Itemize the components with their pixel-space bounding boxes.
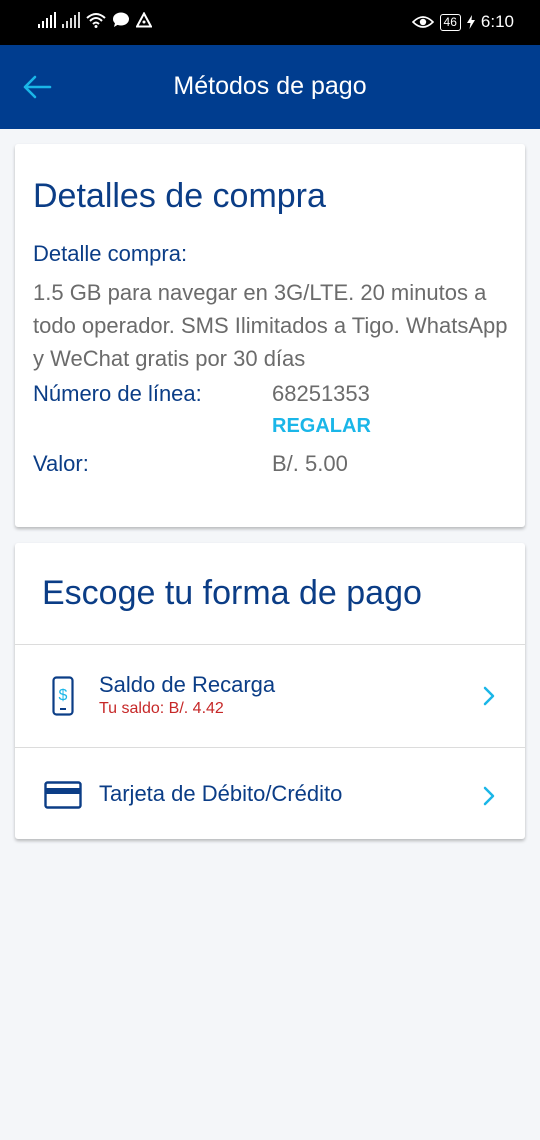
payment-option-balance[interactable]: $ Saldo de Recarga Tu saldo: B/. 4.42 xyxy=(15,645,525,747)
chevron-right-icon xyxy=(483,686,495,706)
status-bar: 46 6:10 xyxy=(0,0,540,45)
chat-icon xyxy=(113,12,129,27)
payment-title: Escoge tu forma de pago xyxy=(42,574,422,612)
balance-text: Tu saldo: B/. 4.42 xyxy=(99,700,224,717)
app-bar: Métodos de pago xyxy=(0,45,540,129)
purchase-title: Detalles de compra xyxy=(33,177,326,215)
payment-method-card: Escoge tu forma de pago $ Saldo de Recar… xyxy=(15,543,525,839)
charging-icon xyxy=(466,15,475,29)
page-title: Métodos de pago xyxy=(173,72,367,100)
payment-option-card[interactable]: Tarjeta de Débito/Crédito xyxy=(15,748,525,839)
detail-label: Detalle compra: xyxy=(33,241,188,266)
phone-dollar-icon: $ xyxy=(52,676,74,716)
battery-indicator: 46 xyxy=(439,13,461,31)
option-label: Saldo de Recarga xyxy=(99,672,276,697)
amount-label: Valor: xyxy=(33,451,89,476)
credit-card-icon xyxy=(44,781,82,809)
purchase-details-card: Detalles de compra Detalle compra: 1.5 G… xyxy=(15,144,525,527)
wifi-icon xyxy=(86,13,106,28)
line-number-value: 68251353 xyxy=(272,381,370,406)
notification-triangle-icon xyxy=(136,12,152,28)
signal-2-icon xyxy=(62,12,80,28)
eye-icon xyxy=(411,16,434,28)
gift-link[interactable]: REGALAR xyxy=(272,415,371,438)
line-number-label: Número de línea: xyxy=(33,381,202,406)
detail-description: 1.5 GB para navegar en 3G/LTE. 20 minuto… xyxy=(33,280,508,371)
chevron-right-icon xyxy=(483,786,495,806)
signal-icon xyxy=(38,12,56,28)
option-label: Tarjeta de Débito/Crédito xyxy=(99,781,343,806)
status-left xyxy=(38,12,152,28)
svg-text:$: $ xyxy=(59,687,68,704)
clock: 6:10 xyxy=(480,12,514,31)
amount-value: B/. 5.00 xyxy=(272,451,348,476)
status-right: 46 6:10 xyxy=(411,12,514,32)
